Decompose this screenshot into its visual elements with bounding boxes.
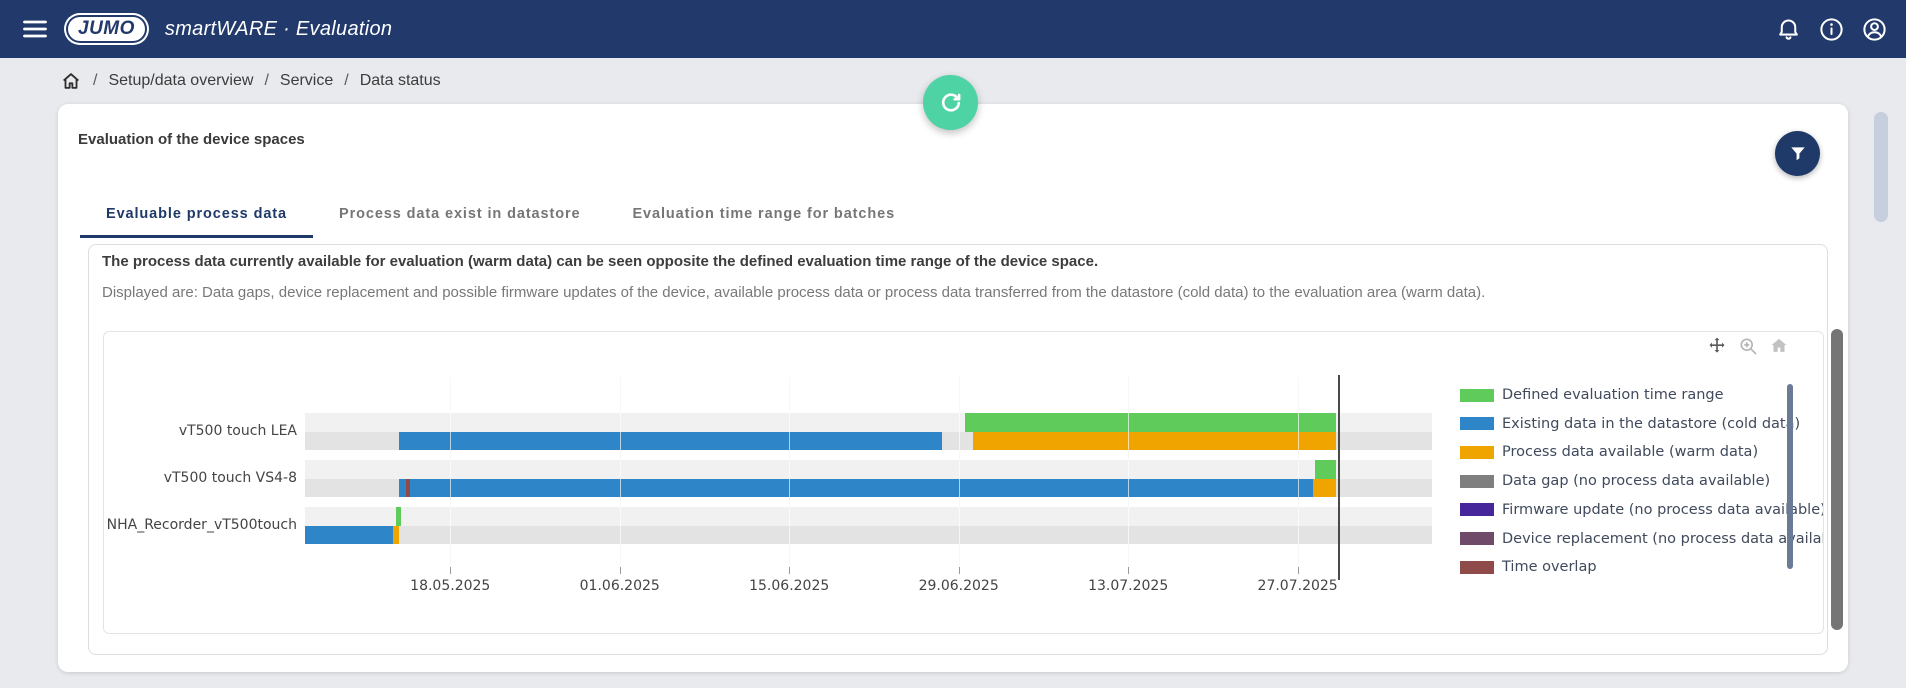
- legend-item-gap[interactable]: Data gap (no process data available): [1460, 473, 1770, 489]
- legend-swatch-replacement: [1460, 532, 1494, 545]
- legend-item-cold[interactable]: Existing data in the datastore (cold dat…: [1460, 416, 1800, 432]
- evaluable-process-data-panel: The process data currently available for…: [88, 244, 1828, 655]
- breadcrumb-item-data-status[interactable]: Data status: [360, 72, 441, 90]
- tab-evaluable-process-data[interactable]: Evaluable process data: [80, 192, 313, 238]
- description-line-1: The process data currently available for…: [102, 253, 1098, 270]
- app-title: smartWARE · Evaluation: [165, 18, 392, 41]
- legend-label: Data gap (no process data available): [1502, 473, 1770, 489]
- breadcrumb-item-service[interactable]: Service: [280, 72, 333, 90]
- description-line-2: Displayed are: Data gaps, device replace…: [102, 284, 1485, 301]
- home-icon[interactable]: [60, 70, 82, 92]
- app-header: JUMO smartWARE · Evaluation: [0, 0, 1906, 58]
- filter-button[interactable]: [1775, 131, 1820, 176]
- refresh-button[interactable]: [923, 75, 978, 130]
- legend-scrollbar[interactable]: [1787, 384, 1793, 569]
- legend-swatch-defined: [1460, 389, 1494, 402]
- menu-icon[interactable]: [20, 14, 50, 44]
- breadcrumb-separator: /: [93, 72, 97, 90]
- legend-label: Defined evaluation time range: [1502, 387, 1724, 403]
- legend-label: Existing data in the datastore (cold dat…: [1502, 416, 1800, 432]
- legend-swatch-gap: [1460, 475, 1494, 488]
- legend-label: Device replacement (no process data avai…: [1502, 531, 1824, 547]
- legend-item-replacement[interactable]: Device replacement (no process data avai…: [1460, 531, 1824, 547]
- app-root: JUMO smartWARE · Evaluation / Setup/data…: [0, 0, 1906, 688]
- legend-swatch-firmware: [1460, 503, 1494, 516]
- breadcrumb-separator: /: [264, 72, 268, 90]
- page-scrollbar-thumb[interactable]: [1874, 112, 1888, 222]
- legend-item-warm[interactable]: Process data available (warm data): [1460, 444, 1758, 460]
- device-spaces-card: Evaluation of the device spaces Evaluabl…: [58, 104, 1848, 672]
- breadcrumb-item-setup-data-overview[interactable]: Setup/data overview: [108, 72, 253, 90]
- legend-item-defined[interactable]: Defined evaluation time range: [1460, 387, 1724, 403]
- refresh-icon: [938, 90, 964, 116]
- notifications-bell-icon[interactable]: [1775, 16, 1802, 43]
- legend-label: Process data available (warm data): [1502, 444, 1758, 460]
- tab-bar: Evaluable process data Process data exis…: [80, 192, 921, 238]
- tab-process-data-exist-in-datastore[interactable]: Process data exist in datastore: [313, 192, 606, 238]
- legend-swatch-warm: [1460, 446, 1494, 459]
- account-icon[interactable]: [1861, 16, 1888, 43]
- legend-swatch-cold: [1460, 417, 1494, 430]
- breadcrumb-separator: /: [344, 72, 348, 90]
- chart-legend: Defined evaluation time range Existing da…: [104, 332, 1823, 633]
- timeline-chart: vT500 touch LEAvT500 touch VS4-8NHA_Reco…: [103, 331, 1824, 634]
- legend-item-firmware[interactable]: Firmware update (no process data availab…: [1460, 502, 1824, 518]
- jumo-logo: JUMO: [66, 15, 147, 43]
- card-title: Evaluation of the device spaces: [78, 131, 305, 148]
- tab-evaluation-time-range-for-batches[interactable]: Evaluation time range for batches: [606, 192, 921, 238]
- info-icon[interactable]: [1818, 16, 1845, 43]
- filter-funnel-icon: [1788, 144, 1808, 164]
- panel-vertical-scrollbar[interactable]: [1831, 329, 1843, 630]
- legend-item-overlap[interactable]: Time overlap: [1460, 559, 1597, 575]
- legend-label: Time overlap: [1502, 559, 1597, 575]
- legend-swatch-overlap: [1460, 561, 1494, 574]
- legend-label: Firmware update (no process data availab…: [1502, 502, 1824, 518]
